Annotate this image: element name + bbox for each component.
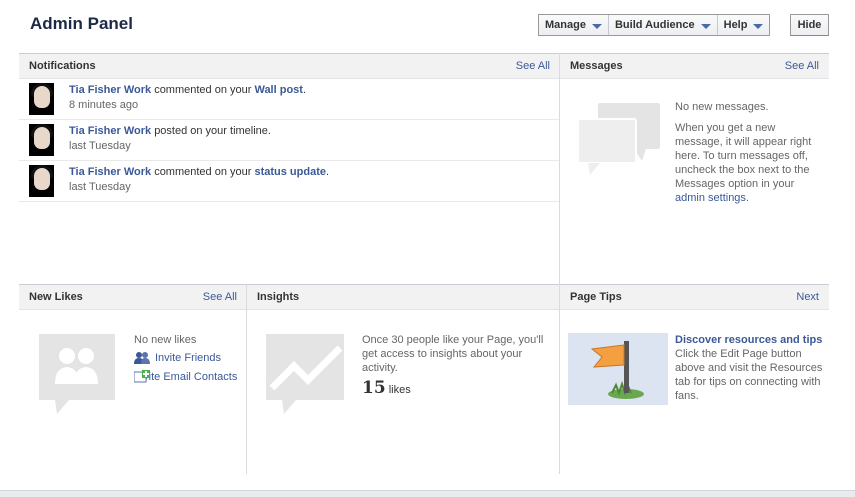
build-audience-button[interactable]: Build Audience	[609, 15, 718, 35]
avatar[interactable]	[29, 83, 61, 115]
new-likes-see-all-link[interactable]: See All	[203, 291, 237, 303]
new-likes-header: New Likes See All	[19, 284, 247, 310]
page-tips-body-text: Click the Edit Page button above and vis…	[675, 348, 823, 402]
people-icon	[39, 334, 115, 414]
notification-item[interactable]: Tia Fisher Work posted on your timeline.…	[19, 120, 560, 161]
notification-actor-link[interactable]: Tia Fisher Work	[69, 125, 151, 137]
hide-button[interactable]: Hide	[790, 14, 829, 36]
notification-action: commented on your	[154, 84, 252, 96]
messages-see-all-link[interactable]: See All	[785, 60, 819, 72]
help-button[interactable]: Help	[718, 15, 770, 35]
admin-menu-buttons: Manage Build Audience Help	[538, 14, 771, 36]
notification-time: last Tuesday	[69, 181, 131, 193]
insights-header: Insights	[247, 284, 560, 310]
notification-item[interactable]: Tia Fisher Work commented on your status…	[19, 161, 560, 202]
likes-count: 15	[362, 378, 386, 398]
no-new-likes-text: No new likes	[134, 334, 197, 346]
notification-item[interactable]: Tia Fisher Work commented on your Wall p…	[19, 79, 560, 120]
messages-title: Messages	[570, 60, 623, 72]
build-audience-label: Build Audience	[614, 19, 695, 31]
messages-link-suffix: .	[745, 192, 749, 204]
page-bottom-border	[0, 490, 855, 497]
page-tips-header: Page Tips Next	[560, 284, 829, 310]
messages-empty-text: No new messages.	[675, 101, 769, 113]
manage-label: Manage	[545, 19, 586, 31]
help-label: Help	[723, 19, 748, 31]
notification-object-link[interactable]: Wall post	[254, 84, 302, 96]
notification-actor-link[interactable]: Tia Fisher Work	[69, 166, 151, 178]
messages-panel: Messages See All No new messages. When y…	[559, 53, 829, 285]
page-tips-title: Page Tips	[570, 291, 622, 303]
notifications-header: Notifications See All	[19, 53, 560, 79]
notification-object-link[interactable]: status update	[254, 166, 326, 178]
admin-settings-link[interactable]: admin settings	[675, 192, 746, 204]
notification-time: 8 minutes ago	[69, 99, 139, 111]
avatar[interactable]	[29, 165, 61, 197]
chevron-down-icon	[700, 23, 711, 29]
notifications-see-all-link[interactable]: See All	[516, 60, 550, 72]
notifications-panel: Notifications See All Tia Fisher Work co…	[19, 53, 560, 285]
notification-action: commented on your	[154, 166, 252, 178]
invite-friends-link[interactable]: Invite Friends	[155, 351, 221, 365]
email-add-icon	[134, 370, 150, 383]
notification-suffix: .	[302, 84, 307, 96]
messages-header: Messages See All	[560, 53, 829, 79]
new-likes-title: New Likes	[29, 291, 83, 303]
messages-body-text: When you get a new message, it will appe…	[675, 122, 812, 190]
flag-icon[interactable]	[568, 333, 668, 405]
insights-title: Insights	[257, 291, 300, 303]
avatar[interactable]	[29, 124, 61, 156]
page-tips-next-link[interactable]: Next	[796, 291, 819, 303]
page-tips-panel: Page Tips Next Discover resources and ti…	[559, 284, 829, 474]
likes-count-label: likes	[388, 384, 411, 396]
notifications-title: Notifications	[29, 60, 96, 72]
new-likes-panel: New Likes See All No new likes Invite Fr…	[19, 284, 247, 474]
notification-action: posted on your timeline.	[154, 125, 271, 137]
chevron-down-icon	[591, 23, 602, 29]
friends-icon	[134, 351, 150, 364]
notification-actor-link[interactable]: Tia Fisher Work	[69, 84, 151, 96]
insights-panel: Insights Once 30 people like your Page, …	[246, 284, 560, 474]
messages-icon	[577, 103, 660, 175]
manage-button[interactable]: Manage	[539, 15, 609, 35]
chart-icon	[266, 334, 344, 414]
notification-time: last Tuesday	[69, 140, 131, 152]
chevron-down-icon	[753, 23, 764, 29]
page-title: Admin Panel	[30, 14, 133, 33]
notification-suffix: .	[325, 166, 330, 178]
insights-body-text: Once 30 people like your Page, you'll ge…	[362, 334, 544, 374]
page-tips-heading-link[interactable]: Discover resources and tips	[675, 333, 823, 347]
